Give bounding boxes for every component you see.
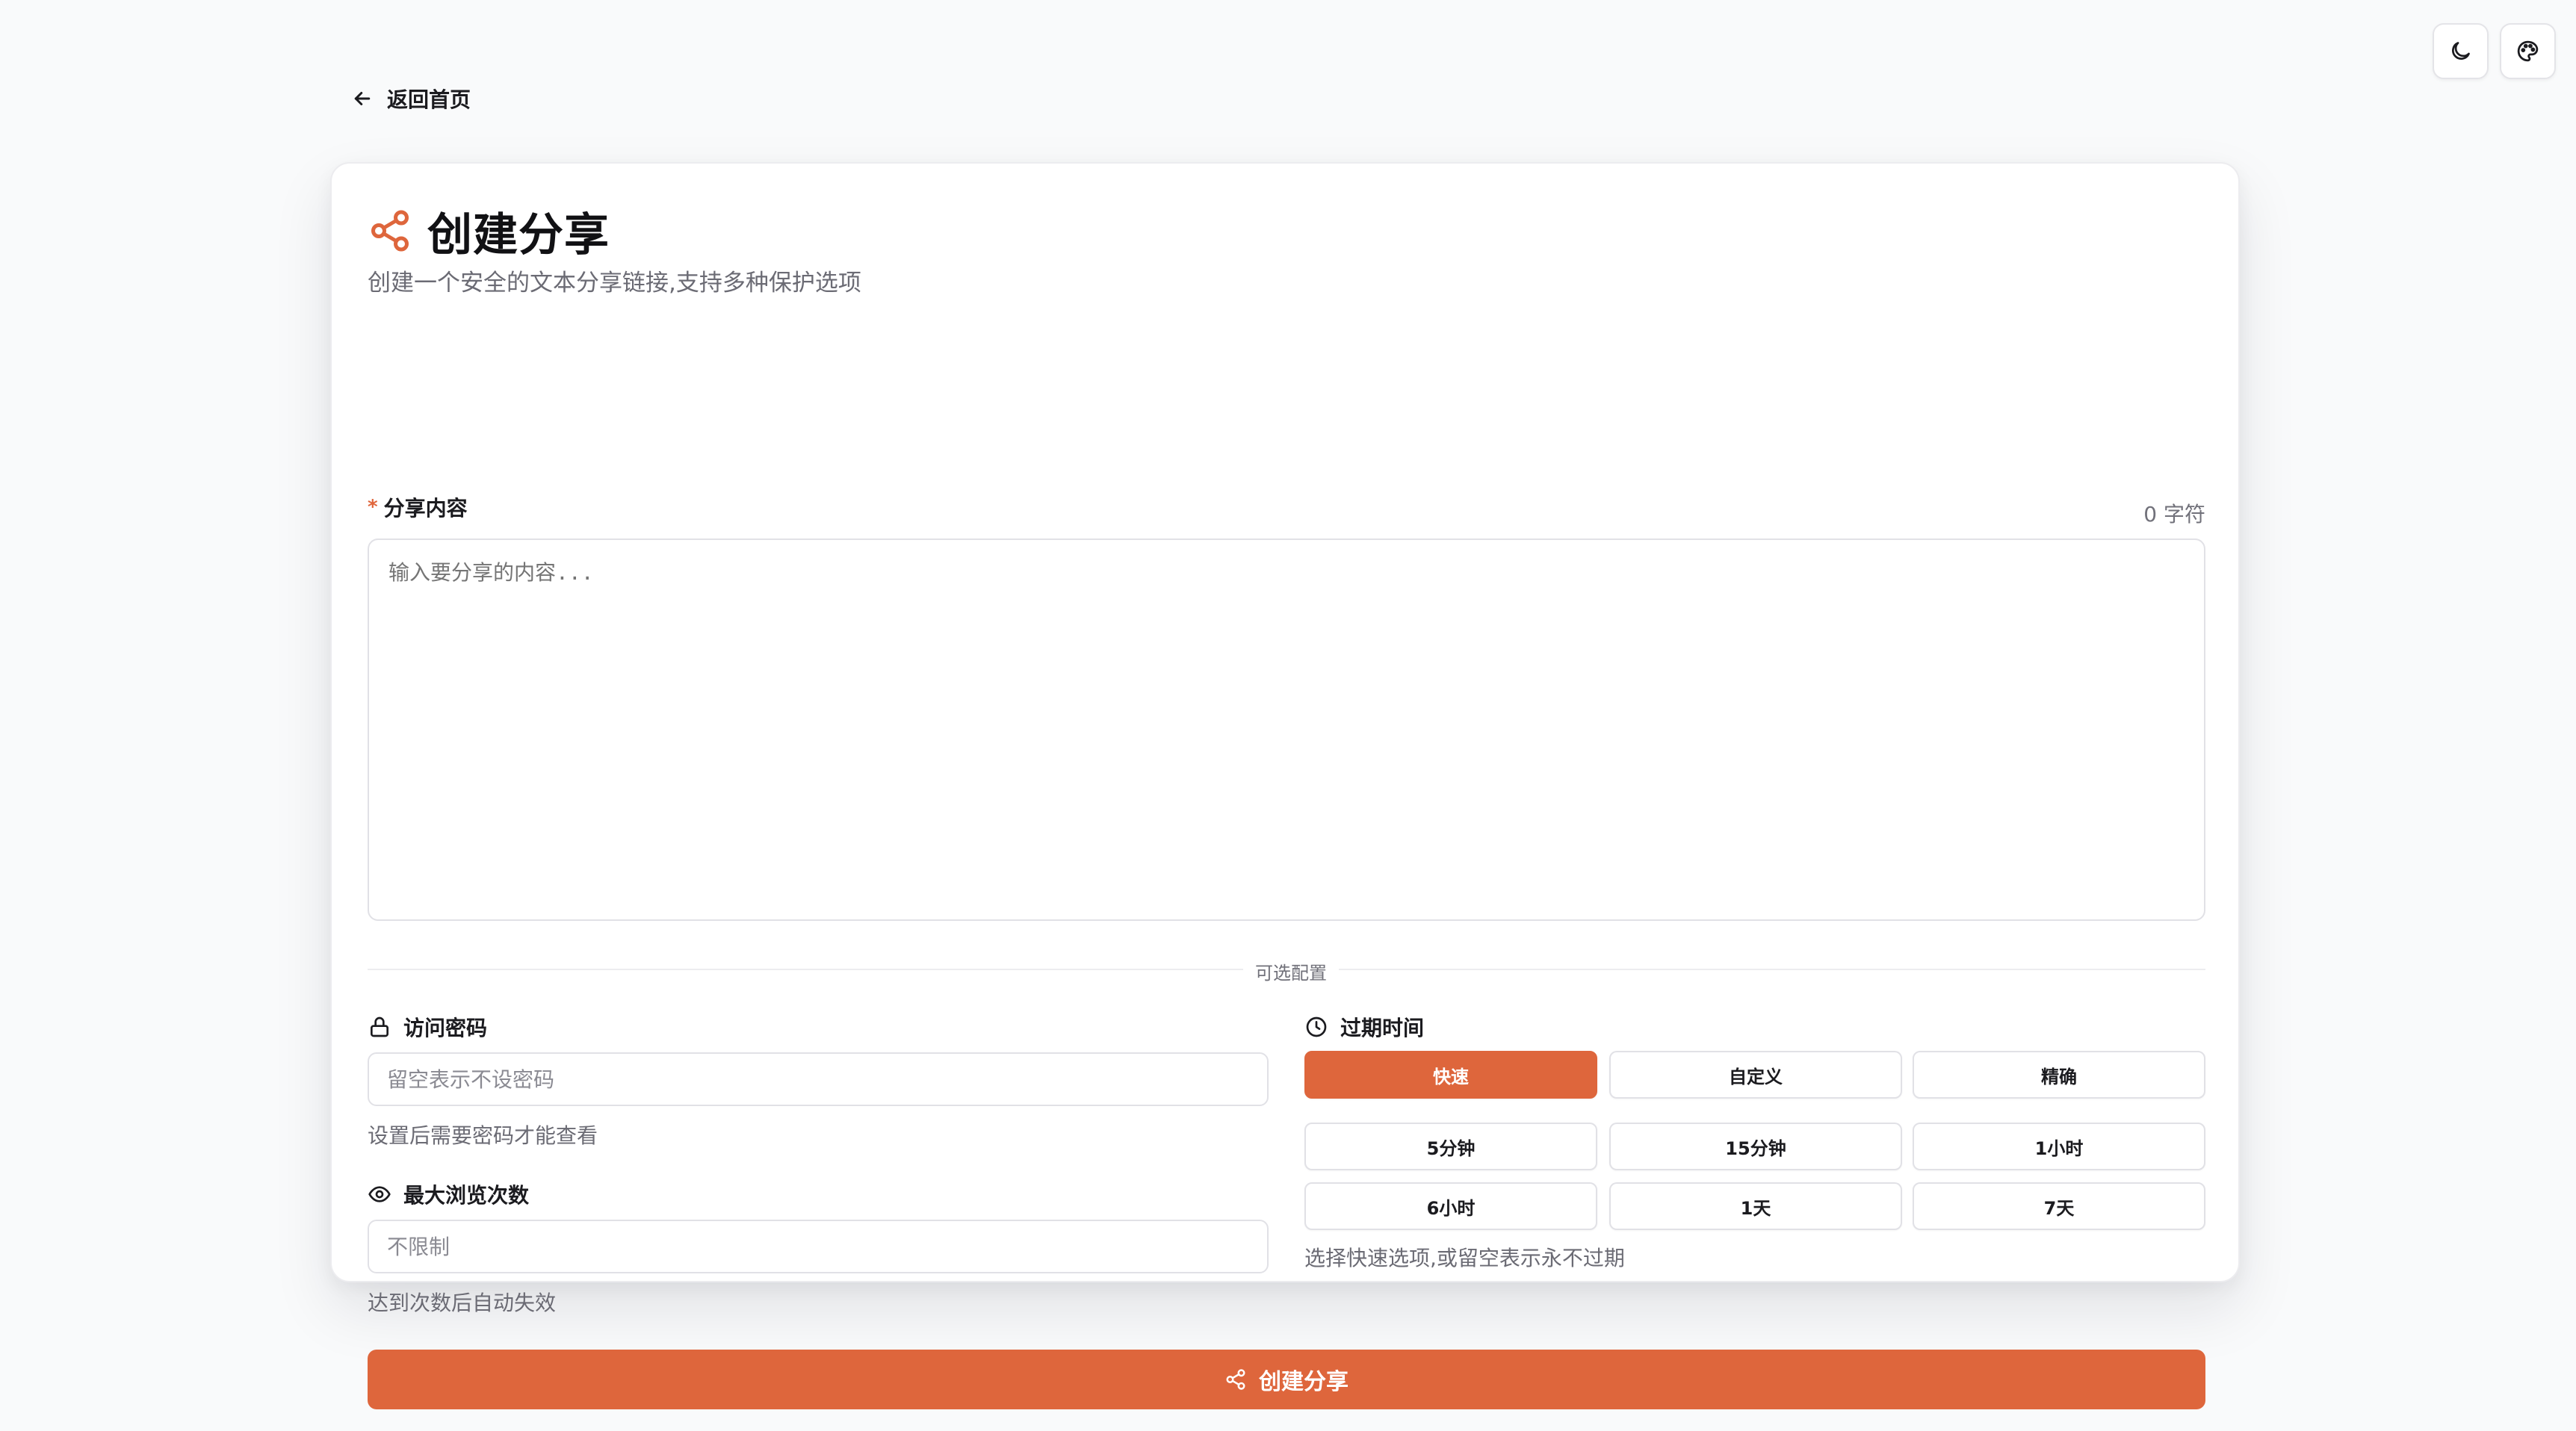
clock-icon: [1306, 1016, 1327, 1037]
max-views-label: 最大浏览次数: [368, 1179, 529, 1209]
page: 返回首页 创建分享 创建一个安全的文本分享链接,支持多种保护选项 * 分享内容 …: [0, 0, 2576, 1431]
char-count: 0 字符: [2143, 502, 2205, 527]
expiry-option-15min[interactable]: 15分钟: [1609, 1123, 1902, 1170]
back-to-home-link[interactable]: 返回首页: [351, 81, 471, 117]
expiry-option-7days[interactable]: 7天: [1913, 1182, 2205, 1230]
share-icon: [371, 210, 409, 252]
password-label-text: 访问密码: [403, 1016, 488, 1040]
password-label: 访问密码: [368, 1012, 487, 1042]
palette-button[interactable]: [2500, 23, 2556, 79]
back-link-label: 返回首页: [387, 87, 471, 112]
max-views-hint: 达到次数后自动失效: [368, 1291, 557, 1315]
content-label-text: 分享内容: [383, 496, 468, 521]
max-views-label-text: 最大浏览次数: [403, 1183, 530, 1208]
create-share-button-label: 创建分享: [1259, 1369, 1349, 1395]
max-views-input[interactable]: [368, 1220, 1269, 1273]
password-input[interactable]: [368, 1052, 1269, 1106]
optional-divider-label: 可选配置: [1243, 958, 1339, 984]
page-header: 创建分享: [368, 201, 610, 261]
create-share-card: 创建分享 创建一个安全的文本分享链接,支持多种保护选项 * 分享内容 0 字符 …: [330, 162, 2240, 1409]
eye-icon: [368, 1186, 391, 1202]
share-icon: [1226, 1369, 1245, 1390]
arrow-left-icon: [354, 92, 371, 105]
required-mark: *: [368, 496, 378, 518]
lock-icon: [371, 1016, 388, 1037]
moon-icon: [2452, 42, 2470, 60]
content-label: * 分享内容: [368, 492, 468, 522]
expiry-option-5min[interactable]: 5分钟: [1304, 1123, 1597, 1170]
create-share-button[interactable]: 创建分享: [368, 1350, 2205, 1409]
theme-toggle-button[interactable]: [2433, 23, 2489, 79]
password-hint: 设置后需要密码才能查看: [368, 1123, 598, 1148]
expiry-option-1day[interactable]: 1天: [1609, 1182, 1902, 1230]
expiry-hint: 选择快速选项,或留空表示永不过期: [1304, 1246, 1625, 1270]
palette-icon: [2517, 40, 2539, 62]
expiry-mode-exact[interactable]: 精确: [1913, 1051, 2205, 1099]
page-title: 创建分享: [427, 208, 610, 261]
expiry-option-6hours[interactable]: 6小时: [1304, 1182, 1597, 1230]
page-subtitle: 创建一个安全的文本分享链接,支持多种保护选项: [368, 270, 861, 297]
expiry-option-1hour[interactable]: 1小时: [1913, 1123, 2205, 1170]
expiry-mode-custom[interactable]: 自定义: [1609, 1051, 1902, 1099]
expiry-mode-quick[interactable]: 快速: [1304, 1051, 1597, 1099]
share-content-textarea[interactable]: [368, 538, 2205, 921]
expiry-label: 过期时间: [1304, 1012, 1424, 1042]
expiry-label-text: 过期时间: [1340, 1016, 1425, 1040]
